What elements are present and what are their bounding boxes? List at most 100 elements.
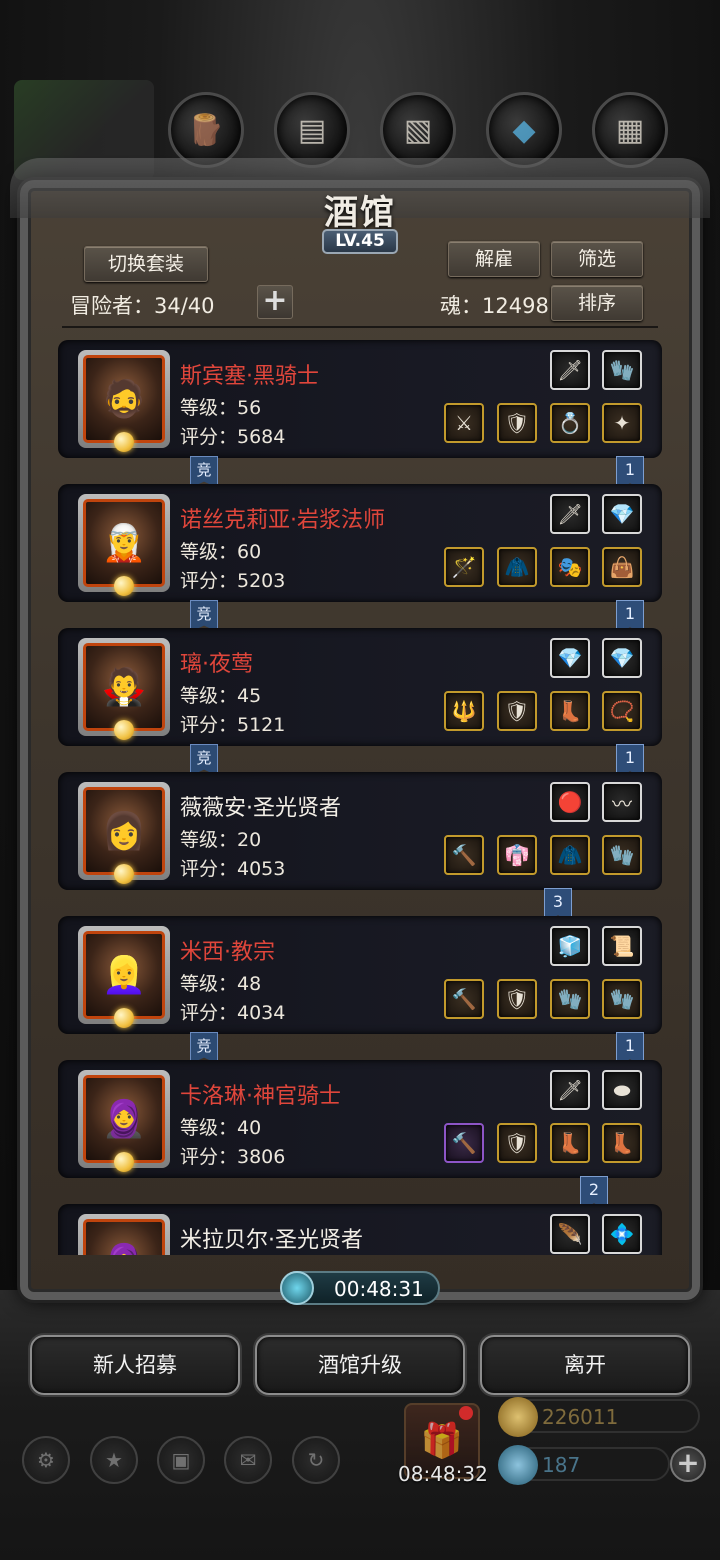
hero-level: 等级：48: [180, 973, 262, 995]
share-icon[interactable]: ↻: [292, 1436, 340, 1484]
hero-portrait: 👱‍♀️: [78, 926, 170, 1028]
hero-portrait: 🧝: [78, 494, 170, 596]
recruit-button[interactable]: 新人招募: [30, 1335, 240, 1395]
page-title: 酒馆: [324, 193, 396, 233]
gift-timer: 08:48:32: [398, 1462, 488, 1486]
scroll-icon[interactable]: 📜: [602, 926, 642, 966]
hero-card[interactable]: 🧕 卡洛琳·神官骑士 等级：40 评分：3806 🗡 ⬬ 🔨 🛡 👢 👢: [58, 1060, 662, 1178]
hero-list[interactable]: 🧔 斯宾塞·黑骑士 等级：56 评分：5684 🗡 🧤 ⚔ 🛡 💍 ✦ 竞 1 …: [58, 340, 662, 1255]
gauntlet-icon[interactable]: 🧤: [550, 979, 590, 1019]
hero-card[interactable]: 🧕 米拉贝尔·圣光贤者 🪶 💠: [58, 1204, 662, 1255]
hero-level: 等级：40: [180, 1117, 262, 1139]
bag-icon[interactable]: 👜: [602, 547, 642, 587]
sword-icon[interactable]: ⚔: [444, 403, 484, 443]
hero-portrait: 👩: [78, 782, 170, 884]
sort-button[interactable]: 排序: [551, 285, 643, 321]
hero-level: 等级：56: [180, 397, 262, 419]
hammer-icon[interactable]: 🔨: [444, 835, 484, 875]
hero-portrait: 🧕: [78, 1214, 170, 1255]
clock-icon: [280, 1271, 314, 1305]
moon-icon: [114, 432, 134, 452]
gauntlet-icon[interactable]: 🧤: [602, 350, 642, 390]
hero-score: 评分：5684: [180, 426, 286, 448]
notification-dot: [459, 1406, 473, 1420]
ring-icon[interactable]: 💍: [550, 403, 590, 443]
iron-resource-icon: ▦: [592, 92, 668, 168]
crystal-resource-icon: ◆: [486, 92, 562, 168]
mask-icon[interactable]: 🎭: [550, 547, 590, 587]
filter-button[interactable]: 筛选: [551, 241, 643, 277]
crystal-icon[interactable]: 🧊: [550, 926, 590, 966]
armor-icon[interactable]: 🛡: [497, 403, 537, 443]
refresh-timer: 00:48:31: [280, 1271, 440, 1305]
hammer-icon[interactable]: 🔨: [444, 1123, 484, 1163]
armor-icon[interactable]: 🛡: [497, 979, 537, 1019]
hero-name: 斯宾塞·黑骑士: [180, 364, 319, 389]
gem-icon[interactable]: ⬬: [602, 1070, 642, 1110]
quest-icon[interactable]: ▣: [157, 1436, 205, 1484]
gem-icon[interactable]: 💎: [550, 638, 590, 678]
stone-resource-icon: ▧: [380, 92, 456, 168]
wood-resource-icon: 🪵: [168, 92, 244, 168]
gold-bar: 226011: [498, 1397, 700, 1437]
hero-card[interactable]: 👱‍♀️ 米西·教宗 等级：48 评分：4034 🧊 📜 🔨 🛡 🧤 🧤: [58, 916, 662, 1034]
crystal-icon[interactable]: 💠: [602, 1214, 642, 1254]
mail-icon[interactable]: ✉: [224, 1436, 272, 1484]
add-slot-button[interactable]: +: [257, 285, 293, 319]
whip-icon[interactable]: 〰: [602, 782, 642, 822]
hero-card[interactable]: 👩 薇薇安·圣光贤者 等级：20 评分：4053 🔴 〰 🔨 👘 🧥 🧤: [58, 772, 662, 890]
boot-icon[interactable]: 👢: [602, 1123, 642, 1163]
mace-icon[interactable]: 🔨: [444, 979, 484, 1019]
armor-icon[interactable]: 🛡: [497, 691, 537, 731]
bracer-icon[interactable]: 🗡: [550, 1070, 590, 1110]
plank-resource-icon: ▤: [274, 92, 350, 168]
achievement-icon[interactable]: ★: [90, 1436, 138, 1484]
gauntlet-icon[interactable]: 🧤: [602, 835, 642, 875]
hero-card[interactable]: 🧔 斯宾塞·黑骑士 等级：56 评分：5684 🗡 🧤 ⚔ 🛡 💍 ✦: [58, 340, 662, 458]
wand-icon[interactable]: 🔱: [444, 691, 484, 731]
leave-button[interactable]: 离开: [480, 1335, 690, 1395]
soul-count: 魂：12498: [440, 294, 549, 318]
hero-level: 等级：60: [180, 541, 262, 563]
gauntlet-icon[interactable]: 🧤: [602, 979, 642, 1019]
hero-name: 诺丝克莉亚·岩浆法师: [180, 508, 385, 533]
gem-icon[interactable]: 💎: [602, 494, 642, 534]
staff-icon[interactable]: 🪄: [444, 547, 484, 587]
moon-icon: [114, 864, 134, 884]
hero-portrait: 🧔: [78, 350, 170, 452]
hero-name: 米拉贝尔·圣光贤者: [180, 1228, 363, 1253]
dismiss-button[interactable]: 解雇: [448, 241, 540, 277]
hero-level: 等级：45: [180, 685, 262, 707]
hero-card[interactable]: 🧛 璃·夜莺 等级：45 评分：5121 💎 💎 🔱 🛡 👢 📿: [58, 628, 662, 746]
add-gems-button[interactable]: +: [670, 1446, 706, 1482]
hero-score: 评分：4053: [180, 858, 286, 880]
bracer-icon[interactable]: 🗡: [550, 494, 590, 534]
moon-icon: [114, 1008, 134, 1028]
ruby-icon[interactable]: 🔴: [550, 782, 590, 822]
hero-card[interactable]: 🧝 诺丝克莉亚·岩浆法师 等级：60 评分：5203 🗡 💎 🪄 🧥 🎭 👜: [58, 484, 662, 602]
robe-icon[interactable]: 🧥: [497, 547, 537, 587]
divider: [62, 326, 658, 328]
hero-score: 评分：5203: [180, 570, 286, 592]
boot-icon[interactable]: 👢: [550, 691, 590, 731]
upgrade-tavern-button[interactable]: 酒馆升级: [255, 1335, 465, 1395]
hero-name: 卡洛琳·神官骑士: [180, 1084, 341, 1109]
gem-icon[interactable]: 💎: [602, 638, 642, 678]
amulet-icon[interactable]: 📿: [602, 691, 642, 731]
hero-name: 璃·夜莺: [180, 652, 253, 677]
gold-icon: [498, 1397, 538, 1437]
robe-icon[interactable]: 👘: [497, 835, 537, 875]
switch-outfit-button[interactable]: 切换套装: [84, 246, 208, 282]
boot-icon[interactable]: 👢: [550, 1123, 590, 1163]
bracer-icon[interactable]: 🗡: [550, 350, 590, 390]
hero-score: 评分：5121: [180, 714, 286, 736]
moon-icon: [114, 720, 134, 740]
cloak-icon[interactable]: 🧥: [550, 835, 590, 875]
moon-icon: [114, 1152, 134, 1172]
feather-icon[interactable]: 🪶: [550, 1214, 590, 1254]
hero-score: 评分：3806: [180, 1146, 286, 1168]
armor-icon[interactable]: 🛡: [497, 1123, 537, 1163]
hero-name: 米西·教宗: [180, 940, 275, 965]
gem-icon[interactable]: ✦: [602, 403, 642, 443]
settings-icon[interactable]: ⚙: [22, 1436, 70, 1484]
